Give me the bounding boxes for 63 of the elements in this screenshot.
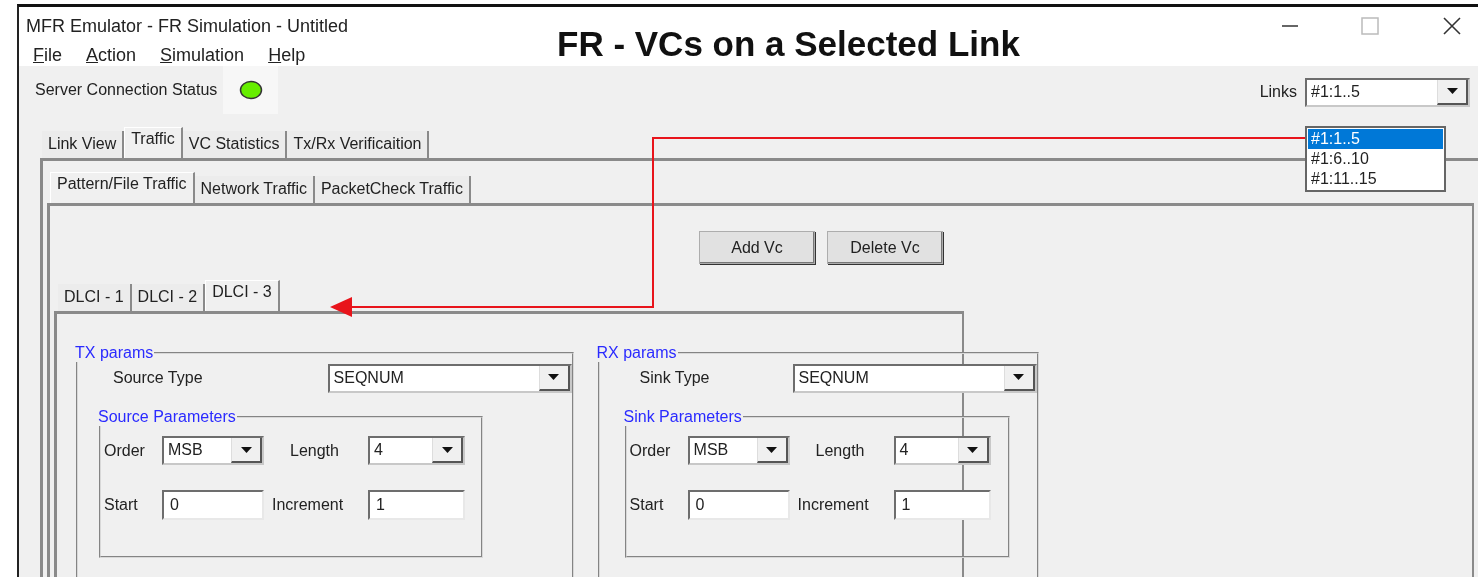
dropdown[interactable]: 4 [368,436,465,465]
menu-item[interactable]: Simulation [160,45,245,66]
dropdown-value: 4 [898,440,910,460]
annotation-title: FR - VCs on a Selected Link [557,24,1020,64]
field-label: Length [814,441,866,460]
tab[interactable]: Tx/Rx Verificaition [287,131,430,158]
caret-icon [441,446,453,453]
dropdown-option[interactable]: #1:6..10 [1308,149,1443,169]
caret-icon [548,374,560,380]
field-label: Increment [271,496,345,514]
caret-icon [240,446,252,453]
menu-item[interactable]: File [33,45,62,66]
field-label: Source Type [113,369,203,387]
input-field[interactable]: 1 [368,490,465,520]
dropdown-value: SEQNUM [332,367,405,388]
tab[interactable]: DLCI - 1 [58,284,132,311]
type-dropdown[interactable]: SEQNUM [792,363,1037,393]
menu-item[interactable]: Action [86,45,137,66]
status-label: Server Connection Status [35,81,218,99]
dropdown[interactable]: MSB [162,436,264,465]
field-label: Start [629,496,665,514]
dropdown-value: MSB [167,440,204,460]
dropdown[interactable]: 4 [893,436,991,465]
tab[interactable]: Traffic [124,127,183,158]
tab[interactable]: PacketCheck Traffic [314,176,471,203]
dropdown-value: SEQNUM [797,367,870,388]
group-title: TX params [74,344,155,362]
tab[interactable]: Link View [42,131,125,158]
button[interactable]: Delete Vc [827,231,943,264]
field-label: Order [629,441,672,460]
menu-item[interactable]: Help [268,45,306,66]
caret-icon [967,446,979,453]
group-title: Sink Parameters [622,408,743,426]
type-dropdown[interactable]: SEQNUM [327,363,572,393]
dropdown-option[interactable]: #1:11..15 [1308,169,1443,189]
caret-icon [1013,374,1024,380]
group-title: RX params [595,344,678,362]
tab[interactable]: Pattern/File Traffic [50,172,195,203]
links-label: Links [1259,83,1297,101]
field-label: Sink Type [639,369,710,387]
caret-icon [766,446,778,453]
tab[interactable]: DLCI - 2 [131,284,206,311]
dropdown-option[interactable]: #1:1..5 [1308,129,1443,149]
field-label: Order [104,441,146,460]
group-title: Source Parameters [97,408,237,426]
caret-icon [1446,88,1458,94]
input-field[interactable]: 0 [162,490,264,520]
window-title: MFR Emulator - FR Simulation - Untitled [26,15,349,37]
dropdown-value: #1:1..5 [1310,81,1361,102]
input-field[interactable]: 1 [893,490,991,520]
tab[interactable]: Network Traffic [194,176,315,203]
field-label: Start [104,496,139,514]
field-label: Length [289,441,340,460]
input-field[interactable]: 0 [687,490,790,520]
button[interactable]: Add Vc [699,231,815,264]
tab[interactable]: DLCI - 3 [205,280,280,311]
links-dropdown[interactable]: #1:1..5 [1305,77,1470,107]
close-icon[interactable] [1442,16,1462,36]
dropdown-value: MSB [692,440,730,460]
dropdown-value: 4 [373,440,384,460]
tab[interactable]: VC Statistics [182,131,288,158]
dropdown[interactable]: MSB [687,436,790,465]
field-label: Increment [796,496,870,514]
